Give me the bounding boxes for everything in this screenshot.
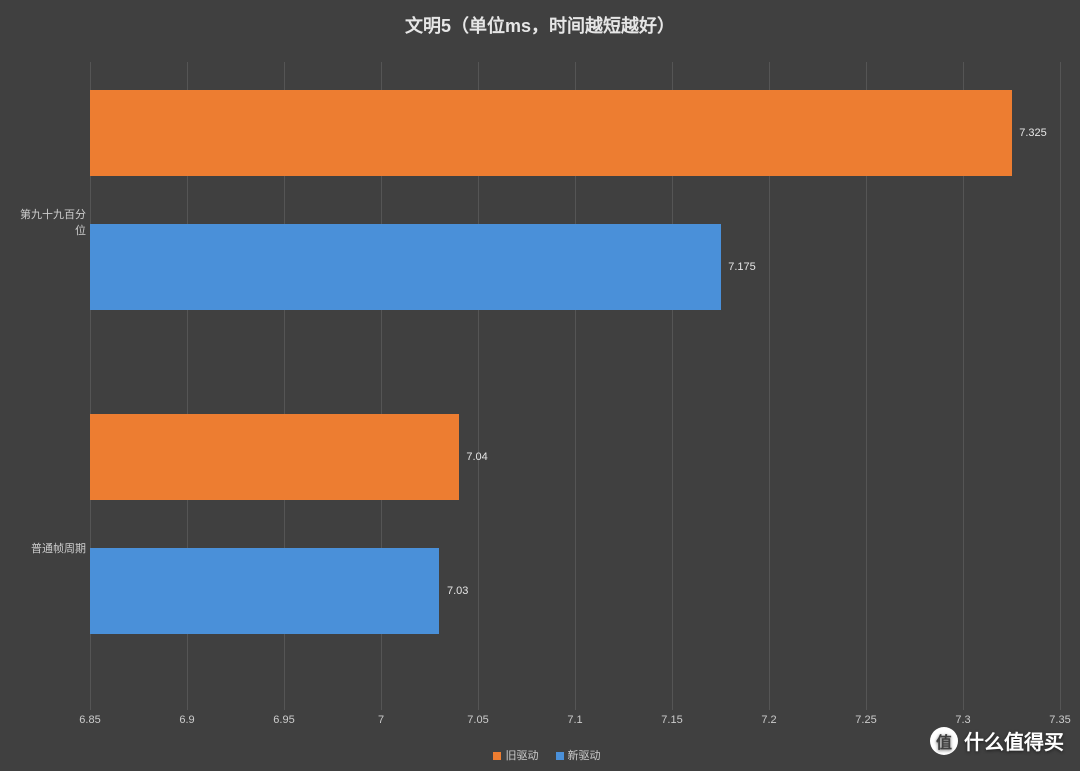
x-tick: 7.15	[661, 714, 682, 726]
chart-title: 文明5（单位ms，时间越短越好）	[0, 0, 1080, 38]
y-category-label: 第九十九百分位	[10, 206, 86, 238]
x-tick: 7.25	[855, 714, 876, 726]
x-tick: 7.2	[761, 714, 776, 726]
x-tick: 7	[378, 714, 384, 726]
bar-value-label: 7.04	[466, 451, 487, 463]
legend-label-old: 旧驱动	[505, 750, 538, 762]
legend-label-new: 新驱动	[568, 750, 601, 762]
watermark: 值 什么值得买	[930, 726, 1064, 755]
bar-new-driver	[90, 224, 721, 310]
bar-new-driver	[90, 548, 439, 634]
bar-old-driver	[90, 90, 1012, 176]
bar-value-label: 7.325	[1019, 127, 1047, 139]
x-tick: 7.3	[955, 714, 970, 726]
watermark-text: 什么值得买	[964, 726, 1064, 755]
y-category-label: 普通帧周期	[10, 540, 86, 556]
watermark-badge-icon: 值	[930, 727, 958, 755]
x-tick: 7.35	[1049, 714, 1070, 726]
x-tick: 7.1	[567, 714, 582, 726]
x-tick: 6.9	[179, 714, 194, 726]
legend-swatch-new-icon	[556, 752, 564, 760]
chart-legend: 旧驱动 新驱动	[0, 747, 1080, 763]
bar-value-label: 7.175	[728, 261, 756, 273]
chart-plot-area: 6.85 6.9 6.95 7 7.05 7.1 7.15 7.2 7.25 7…	[90, 62, 1060, 710]
bar-old-driver	[90, 414, 459, 500]
bar-value-label: 7.03	[447, 585, 468, 597]
x-tick: 7.05	[467, 714, 488, 726]
x-tick: 6.85	[79, 714, 100, 726]
x-tick: 6.95	[273, 714, 294, 726]
legend-swatch-old-icon	[493, 752, 501, 760]
